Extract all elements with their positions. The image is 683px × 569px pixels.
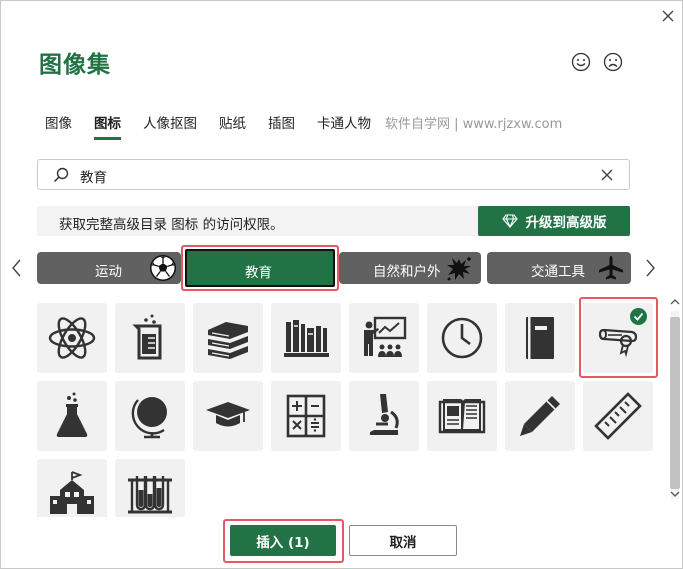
upgrade-label: 升级到高级版 xyxy=(525,215,607,231)
scroll-up-icon[interactable] xyxy=(670,297,680,307)
icon-tile[interactable] xyxy=(37,459,107,517)
icon-tile[interactable] xyxy=(193,381,263,451)
search-box[interactable]: 教育 xyxy=(37,159,630,190)
close-button[interactable] xyxy=(657,5,679,27)
icons-dialog: 图像集 图像 图标 人像抠图 贴纸 插图 卡通人物 软件自学网 | www.rj… xyxy=(0,0,683,569)
school-building-icon xyxy=(50,471,94,514)
icon-tile[interactable] xyxy=(115,459,185,517)
graduation-cap-icon xyxy=(206,402,250,427)
paint-splash-icon xyxy=(447,257,471,281)
books-stack-icon xyxy=(208,322,248,359)
icon-tile[interactable] xyxy=(271,381,341,451)
search-icon xyxy=(53,167,69,183)
scroll-down-icon[interactable] xyxy=(670,489,680,499)
icon-tile[interactable] xyxy=(505,303,575,373)
ruler-icon xyxy=(594,392,642,440)
atom-icon xyxy=(48,317,96,359)
tab-bar: 图像 图标 人像抠图 贴纸 插图 卡通人物 软件自学网 | www.rjzxw.… xyxy=(45,111,563,140)
watermark-text: 软件自学网 | www.rjzxw.com xyxy=(385,116,563,132)
icon-tile[interactable] xyxy=(37,303,107,373)
icon-tile[interactable] xyxy=(505,381,575,451)
clock-icon xyxy=(441,317,483,359)
cancel-button[interactable]: 取消 xyxy=(349,525,457,556)
icon-tile[interactable] xyxy=(37,381,107,451)
category-nature-outdoors[interactable]: 自然和户外 xyxy=(339,252,481,284)
category-label: 自然和户外 xyxy=(373,264,441,280)
close-icon xyxy=(662,10,674,22)
beaker-icon xyxy=(132,314,162,360)
notebook-icon xyxy=(526,317,554,359)
open-book-icon xyxy=(438,399,486,434)
insert-button[interactable]: 插入 (1) xyxy=(230,525,336,556)
icon-grid-scrollbar[interactable] xyxy=(667,297,683,515)
category-education[interactable]: 教育 xyxy=(185,249,335,287)
icon-tile[interactable] xyxy=(193,303,263,373)
flask-icon xyxy=(56,392,88,437)
tab-images[interactable]: 图像 xyxy=(45,112,72,132)
upgrade-button[interactable]: 升级到高级版 xyxy=(478,206,630,236)
globe-icon xyxy=(131,397,167,439)
icon-tile[interactable] xyxy=(427,303,497,373)
scroll-thumb[interactable] xyxy=(670,317,680,489)
soccer-ball-icon xyxy=(150,255,176,281)
tab-cartoon-people[interactable]: 卡通人物 xyxy=(317,112,371,132)
icon-tile[interactable] xyxy=(349,303,419,373)
tab-cutout-people[interactable]: 人像抠图 xyxy=(143,112,197,132)
icon-tile[interactable] xyxy=(115,381,185,451)
search-input[interactable]: 教育 xyxy=(80,166,107,186)
check-icon xyxy=(633,312,644,321)
books-shelf-icon xyxy=(284,320,329,357)
icon-tile[interactable] xyxy=(349,381,419,451)
icon-tile[interactable] xyxy=(271,303,341,373)
frown-icon xyxy=(603,52,623,72)
icon-tile[interactable] xyxy=(583,381,653,451)
microscope-icon xyxy=(370,394,399,435)
tab-icons[interactable]: 图标 xyxy=(94,112,121,140)
calculator-icon xyxy=(286,394,326,438)
test-tubes-icon xyxy=(128,476,172,514)
category-label: 运动 xyxy=(95,264,122,280)
chevron-left-icon[interactable] xyxy=(9,257,25,279)
airplane-icon xyxy=(599,256,623,280)
category-label: 交通工具 xyxy=(531,264,585,280)
icon-tile[interactable] xyxy=(427,381,497,451)
clear-icon[interactable] xyxy=(598,166,616,184)
tab-illustrations[interactable]: 插图 xyxy=(268,112,295,132)
smile-feedback-button[interactable] xyxy=(570,51,592,73)
icon-grid xyxy=(37,303,667,517)
category-vehicles[interactable]: 交通工具 xyxy=(487,252,631,284)
icon-tile[interactable] xyxy=(115,303,185,373)
diamond-icon xyxy=(501,214,518,229)
chevron-right-icon[interactable] xyxy=(642,257,658,279)
premium-banner-text: 获取完整高级目录 图标 的访问权限。 xyxy=(59,217,284,233)
category-label: 教育 xyxy=(245,265,272,281)
pencil-icon xyxy=(520,396,560,436)
dialog-title: 图像集 xyxy=(39,52,111,78)
frown-feedback-button[interactable] xyxy=(602,51,624,73)
selected-check-badge xyxy=(630,308,647,325)
teacher-presentation-icon xyxy=(364,316,407,357)
smile-icon xyxy=(571,52,591,72)
tab-stickers[interactable]: 贴纸 xyxy=(219,112,246,132)
category-sports[interactable]: 运动 xyxy=(37,252,181,284)
